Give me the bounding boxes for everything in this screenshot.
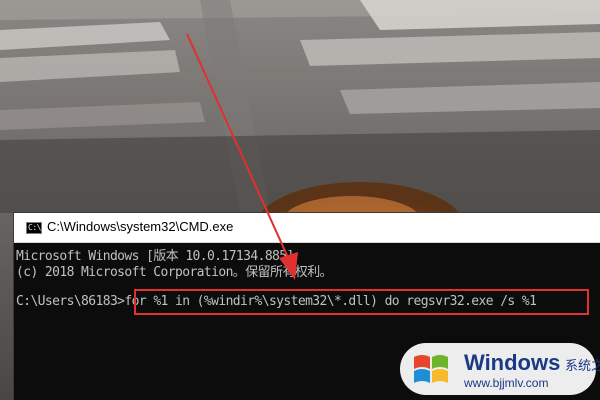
cmd-icon-text: C:\ — [28, 223, 41, 232]
watermark-brand: Windows — [464, 350, 561, 375]
console-prompt: C:\Users\86183> — [16, 294, 125, 309]
console-line: (c) 2018 Microsoft Corporation。保留所有权利。 — [16, 265, 333, 280]
windows-logo-icon — [414, 355, 448, 383]
watermark-url: www.bjjmlv.com — [464, 376, 549, 390]
window-title: C:\Windows\system32\CMD.exe — [47, 219, 234, 234]
watermark-brand-cn: 系统之家 — [565, 359, 600, 374]
watermark: Windows 系统之家 www.bjjmlv.com — [400, 343, 600, 395]
cmd-icon: C:\ — [26, 222, 42, 234]
title-bar[interactable]: C:\ C:\Windows\system32\CMD.exe — [14, 213, 600, 243]
command-highlight-box — [134, 289, 589, 315]
